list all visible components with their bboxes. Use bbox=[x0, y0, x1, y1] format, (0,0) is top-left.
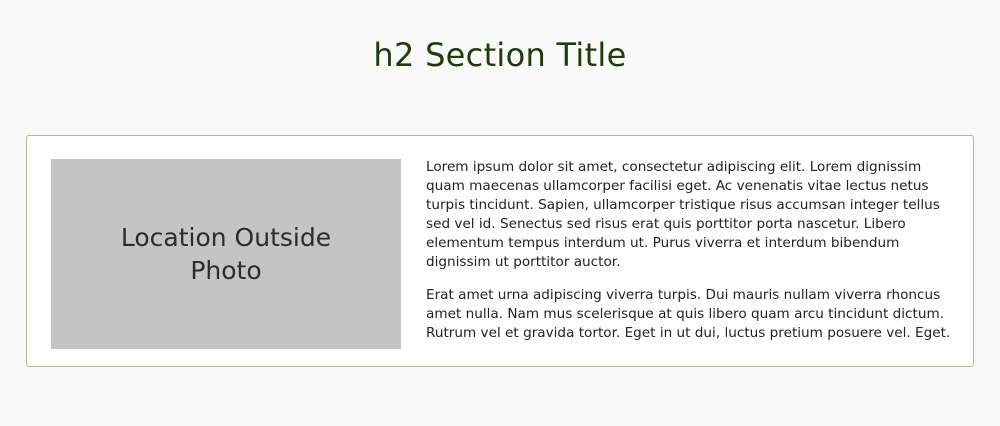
location-photo-placeholder: Location Outside Photo bbox=[51, 159, 401, 349]
card-body-text: Lorem ipsum dolor sit amet, consectetur … bbox=[426, 158, 956, 357]
location-card: Location Outside Photo Lorem ipsum dolor… bbox=[26, 135, 974, 367]
body-paragraph: Erat amet urna adipiscing viverra turpis… bbox=[426, 287, 951, 341]
photo-placeholder-label: Location Outside Photo bbox=[120, 223, 332, 285]
body-paragraph: Lorem ipsum dolor sit amet, consectetur … bbox=[426, 159, 940, 270]
section-title: h2 Section Title bbox=[373, 36, 627, 74]
